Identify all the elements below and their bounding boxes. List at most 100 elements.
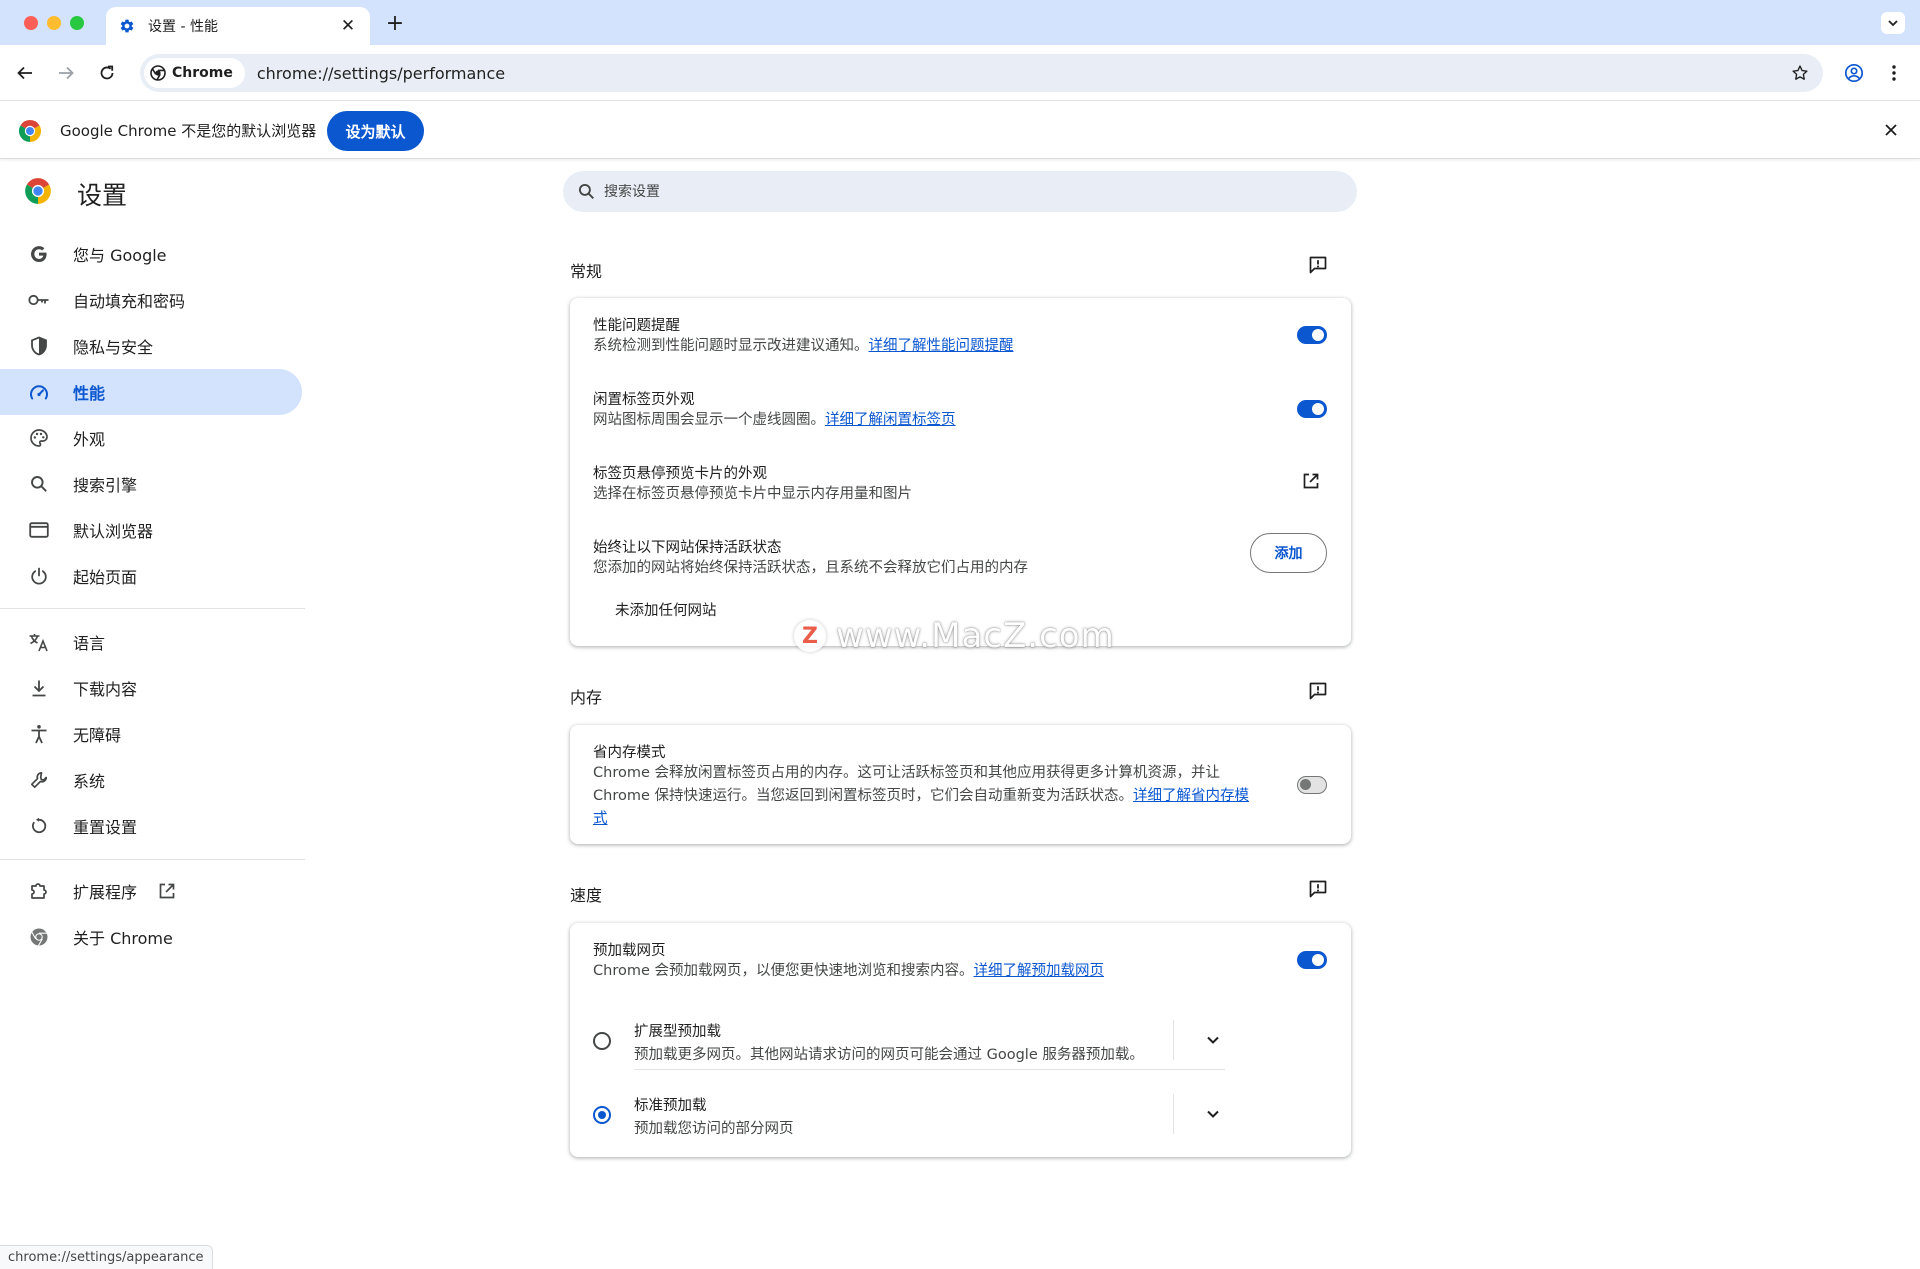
sidebar-item-default-browser[interactable]: 默认浏览器 [0, 507, 302, 553]
row-desc: Chrome 会预加载网页，以便您更快速地浏览和搜索内容。详细了解预加载网页 [593, 960, 1104, 983]
learn-more-link[interactable]: 详细了解闲置标签页 [825, 412, 956, 428]
section-title-speed: 速度 [570, 886, 603, 905]
tab-close-icon[interactable]: ✕ [338, 16, 358, 36]
empty-sites-note: 未添加任何网站 [615, 603, 717, 619]
sidebar-item-you-and-google[interactable]: 您与 Google [0, 231, 302, 277]
sidebar-item-appearance[interactable]: 外观 [0, 415, 302, 461]
watermark-text: www.MacZ.com [836, 616, 1115, 656]
sidebar-item-extensions[interactable]: 扩展程序 [0, 868, 302, 914]
download-icon [28, 677, 50, 699]
preload-option-standard[interactable]: 标准预加载 预加载您访问的部分网页 [570, 1077, 1351, 1151]
memory-saver-row: 省内存模式 Chrome 会释放闲置标签页占用的内存。这可让活跃标签页和其他应用… [570, 725, 1351, 844]
sidebar-item-accessibility[interactable]: 无障碍 [0, 711, 302, 757]
sidebar-item-about-chrome[interactable]: 关于 Chrome [0, 914, 302, 960]
inactive-tabs-toggle[interactable] [1297, 400, 1327, 418]
wrench-icon [28, 769, 50, 791]
add-site-button[interactable]: 添加 [1250, 533, 1327, 573]
palette-icon [28, 427, 50, 449]
chrome-icon [28, 926, 50, 948]
chevron-down-icon [1888, 20, 1898, 27]
memory-saver-toggle[interactable] [1297, 776, 1327, 794]
sidebar-item-label: 外观 [73, 430, 106, 449]
sidebar-item-label: 性能 [73, 384, 106, 403]
preload-row: 预加载网页 Chrome 会预加载网页，以便您更快速地浏览和搜索内容。详细了解预… [570, 923, 1351, 996]
preload-toggle[interactable] [1297, 951, 1327, 969]
section-title-general: 常规 [570, 262, 603, 281]
settings-chrome-logo-icon [24, 177, 52, 209]
learn-more-link-wrap[interactable]: 式 [593, 811, 608, 827]
set-default-button[interactable]: 设为默认 [327, 111, 424, 151]
sidebar-item-label: 关于 Chrome [73, 929, 173, 948]
row-desc-text: 系统检测到性能问题时显示改进建议通知。 [593, 338, 869, 354]
site-info-chip[interactable]: Chrome [144, 58, 245, 88]
open-in-new-icon[interactable] [1300, 470, 1322, 492]
forward-button[interactable] [52, 59, 80, 87]
default-browser-infobar: Google Chrome 不是您的默认浏览器 设为默认 [0, 100, 1920, 159]
open-in-new-icon [158, 882, 176, 900]
sidebar-item-performance[interactable]: 性能 [0, 369, 302, 415]
radio-standard-preload[interactable] [593, 1106, 611, 1124]
row-desc: 选择在标签页悬停预览卡片中显示内存用量和图片 [593, 486, 912, 502]
sidebar-item-system[interactable]: 系统 [0, 757, 302, 803]
speedometer-icon [28, 381, 50, 403]
close-icon[interactable] [1879, 118, 1903, 142]
window-minimize-button[interactable] [47, 16, 61, 30]
learn-more-link[interactable]: 详细了解省内存模 [1133, 788, 1249, 804]
preload-option-extended[interactable]: 扩展型预加载 预加载更多网页。其他网站请求访问的网页可能会通过 Google 服… [570, 1003, 1351, 1077]
reload-icon [100, 65, 114, 80]
sidebar-item-label: 您与 Google [73, 246, 167, 265]
sidebar-item-on-startup[interactable]: 起始页面 [0, 553, 302, 599]
feedback-icon[interactable] [1306, 253, 1330, 277]
window-close-button[interactable] [24, 16, 38, 30]
shield-icon [28, 335, 50, 357]
tab-title: 设置 - 性能 [148, 19, 218, 35]
feedback-icon[interactable] [1306, 679, 1330, 703]
tab-search-button[interactable] [1881, 12, 1905, 34]
row-desc: Chrome 会释放闲置标签页占用的内存。这可让活跃标签页和其他应用获得更多计算… [593, 762, 1273, 831]
learn-more-link[interactable]: 详细了解预加载网页 [973, 963, 1104, 979]
sidebar-item-label: 语言 [73, 634, 106, 653]
settings-search[interactable] [563, 171, 1357, 212]
chrome-icon [150, 65, 166, 81]
back-button[interactable] [11, 59, 39, 87]
bookmark-star-icon[interactable] [1789, 62, 1811, 84]
profile-button[interactable] [1840, 59, 1868, 87]
learn-more-link[interactable]: 详细了解性能问题提醒 [869, 338, 1014, 354]
browser-menu-button[interactable] [1880, 59, 1908, 87]
new-tab-button[interactable]: + [382, 10, 408, 36]
chrome-logo-icon [18, 119, 42, 147]
chevron-down-icon[interactable] [1202, 1029, 1224, 1051]
general-card: 性能问题提醒 系统检测到性能问题时显示改进建议通知。详细了解性能问题提醒 闲置标… [570, 298, 1351, 646]
accessibility-icon [28, 723, 50, 745]
sidebar-item-languages[interactable]: 语言 [0, 619, 302, 665]
radio-extended-preload[interactable] [593, 1032, 611, 1050]
option-separator [1173, 1094, 1174, 1134]
sidebar-item-reset[interactable]: 重置设置 [0, 803, 302, 849]
sidebar-item-label: 隐私与安全 [73, 338, 154, 357]
translate-icon [28, 631, 50, 653]
option-desc: 预加载更多网页。其他网站请求访问的网页可能会通过 Google 服务器预加载。 [634, 1047, 1144, 1063]
row-title: 闲置标签页外观 [593, 392, 695, 408]
sidebar-item-autofill[interactable]: 自动填充和密码 [0, 277, 302, 323]
feedback-icon[interactable] [1306, 877, 1330, 901]
search-input[interactable] [604, 183, 1304, 200]
search-icon [28, 473, 50, 495]
power-icon [28, 565, 50, 587]
chevron-down-icon[interactable] [1202, 1103, 1224, 1125]
address-bar[interactable]: Chrome chrome://settings/performance [140, 54, 1823, 92]
reload-button[interactable] [93, 59, 121, 87]
perf-alert-toggle[interactable] [1297, 326, 1327, 344]
url-text[interactable]: chrome://settings/performance [257, 64, 505, 83]
sidebar-item-privacy[interactable]: 隐私与安全 [0, 323, 302, 369]
inactive-tabs-row: 闲置标签页外观 网站图标周围会显示一个虚线圆圈。详细了解闲置标签页 [570, 371, 1351, 444]
watermark: Z www.MacZ.com [794, 616, 1115, 656]
sidebar-divider [0, 859, 305, 860]
hover-card-row[interactable]: 标签页悬停预览卡片的外观 选择在标签页悬停预览卡片中显示内存用量和图片 [570, 444, 1351, 517]
row-desc-text: Chrome 会预加载网页，以便您更快速地浏览和搜索内容。 [593, 963, 974, 979]
sidebar-item-downloads[interactable]: 下载内容 [0, 665, 302, 711]
sidebar-item-search-engine[interactable]: 搜索引擎 [0, 461, 302, 507]
window-zoom-button[interactable] [70, 16, 84, 30]
search-icon [576, 182, 596, 202]
reset-icon [28, 815, 50, 837]
active-tab[interactable]: 设置 - 性能 ✕ [106, 7, 370, 45]
